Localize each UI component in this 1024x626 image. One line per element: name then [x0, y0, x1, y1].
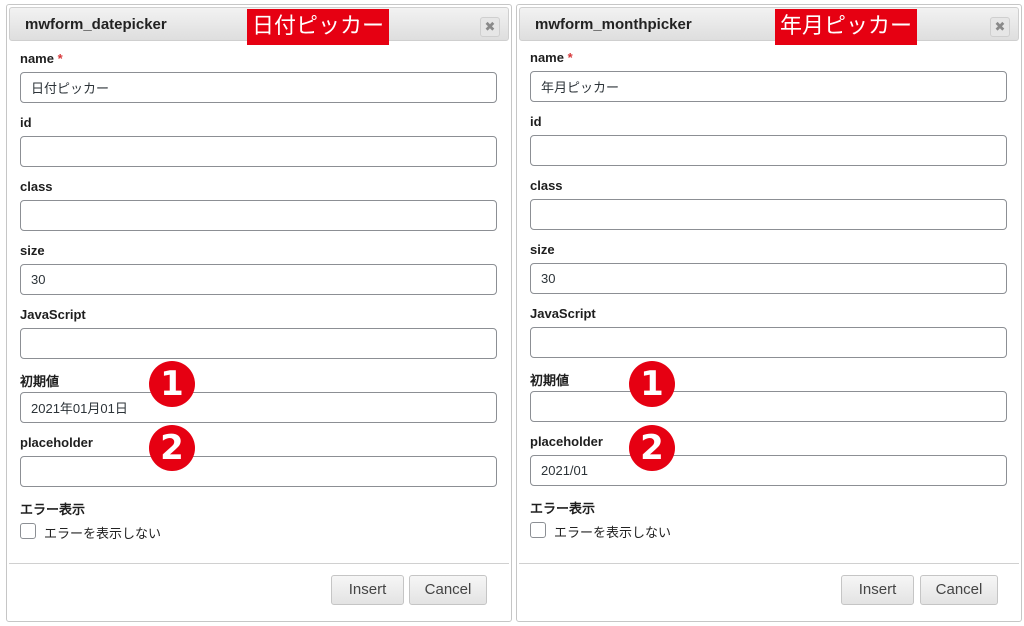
- footer-divider: [519, 563, 1019, 564]
- name-input[interactable]: [530, 71, 1007, 102]
- required-marker: *: [567, 50, 573, 65]
- dialog-title: mwform_datepicker: [25, 16, 167, 33]
- monthpicker-dialog: mwform_monthpicker ✖ 年月ピッカー name * id cl…: [516, 4, 1022, 622]
- placeholder-input[interactable]: [530, 455, 1007, 486]
- error-display-label: エラー表示: [20, 502, 86, 517]
- hide-error-checkbox-label[interactable]: エラーを表示しない: [554, 522, 671, 541]
- name-label: name *: [20, 51, 63, 66]
- id-input[interactable]: [20, 136, 497, 167]
- size-input[interactable]: [530, 263, 1007, 294]
- id-input[interactable]: [530, 135, 1007, 166]
- javascript-label: JavaScript: [530, 306, 596, 321]
- javascript-input[interactable]: [20, 328, 497, 359]
- annotation-title-badge: 年月ピッカー: [775, 9, 918, 45]
- cancel-button[interactable]: Cancel: [409, 575, 487, 605]
- initial-value-input[interactable]: [20, 392, 497, 423]
- step-1-badge: 1: [149, 361, 195, 407]
- step-1-badge: 1: [629, 361, 675, 407]
- name-input[interactable]: [20, 72, 497, 103]
- required-marker: *: [57, 51, 63, 66]
- javascript-label: JavaScript: [20, 307, 86, 322]
- id-label: id: [530, 114, 542, 129]
- insert-button[interactable]: Insert: [841, 575, 914, 605]
- placeholder-input[interactable]: [20, 456, 497, 487]
- initial-value-input[interactable]: [530, 391, 1007, 422]
- dialog-titlebar[interactable]: mwform_monthpicker ✖: [519, 7, 1019, 41]
- size-label: size: [530, 242, 555, 257]
- datepicker-dialog: mwform_datepicker ✖ 日付ピッカー name * id cla…: [6, 4, 512, 622]
- step-2-badge: 2: [149, 425, 195, 471]
- placeholder-label: placeholder: [20, 435, 93, 450]
- size-label: size: [20, 243, 45, 258]
- class-label: class: [530, 178, 563, 193]
- insert-button[interactable]: Insert: [331, 575, 404, 605]
- annotation-title-badge: 日付ピッカー: [247, 9, 390, 45]
- dialog-title: mwform_monthpicker: [535, 16, 692, 33]
- footer-divider: [9, 563, 509, 564]
- class-label: class: [20, 179, 53, 194]
- initial-value-label: 初期値: [530, 373, 570, 388]
- class-input[interactable]: [20, 200, 497, 231]
- hide-error-checkbox[interactable]: [20, 523, 36, 539]
- error-display-label: エラー表示: [530, 501, 596, 516]
- initial-value-label: 初期値: [20, 374, 60, 389]
- close-icon[interactable]: ✖: [480, 17, 500, 37]
- step-2-badge: 2: [629, 425, 675, 471]
- close-icon[interactable]: ✖: [990, 17, 1010, 37]
- placeholder-label: placeholder: [530, 434, 603, 449]
- class-input[interactable]: [530, 199, 1007, 230]
- size-input[interactable]: [20, 264, 497, 295]
- hide-error-checkbox[interactable]: [530, 522, 546, 538]
- hide-error-checkbox-label[interactable]: エラーを表示しない: [44, 523, 161, 542]
- javascript-input[interactable]: [530, 327, 1007, 358]
- cancel-button[interactable]: Cancel: [920, 575, 998, 605]
- id-label: id: [20, 115, 32, 130]
- name-label: name *: [530, 50, 573, 65]
